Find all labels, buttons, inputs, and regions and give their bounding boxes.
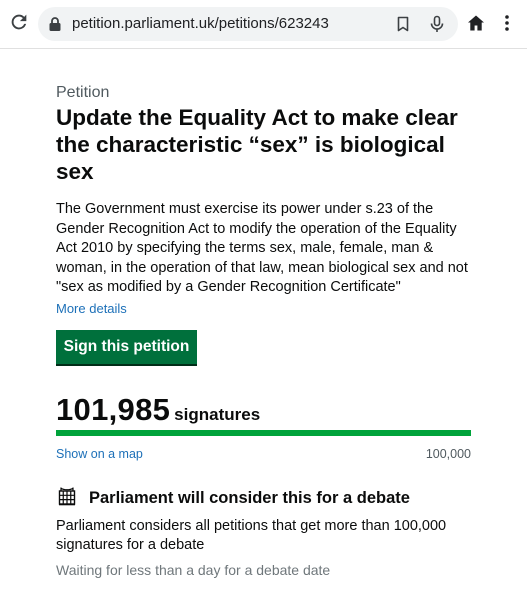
url-text[interactable]: petition.parliament.uk/petitions/623243: [72, 15, 329, 32]
signature-count-number: 101,985: [56, 392, 171, 427]
portcullis-icon: [58, 487, 76, 506]
signature-progress-bar: [56, 430, 471, 436]
petition-description: The Government must exercise its power u…: [56, 201, 468, 295]
debate-heading: Parliament will consider this for a deba…: [89, 489, 410, 507]
petition-title: Update the Equality Act to make clear th…: [56, 105, 458, 184]
browser-toolbar: petition.parliament.uk/petitions/623243: [0, 0, 527, 48]
debate-threshold: 100,000: [425, 447, 471, 461]
home-icon[interactable]: [466, 13, 486, 33]
bookmark-icon[interactable]: [393, 14, 413, 34]
toolbar-divider: [0, 48, 527, 49]
microphone-icon[interactable]: [427, 14, 447, 34]
more-details-link[interactable]: More details: [56, 301, 127, 316]
page-kicker: Petition: [56, 84, 110, 101]
signature-progress-fill: [56, 430, 471, 436]
show-on-map-link[interactable]: Show on a map: [56, 447, 143, 461]
reload-icon[interactable]: [8, 11, 30, 33]
signature-count-label: signatures: [174, 405, 261, 424]
sign-petition-button[interactable]: Sign this petition: [56, 330, 197, 364]
more-menu-icon[interactable]: [500, 13, 514, 33]
lock-icon[interactable]: [48, 16, 62, 32]
signature-count: 101,985 signatures: [56, 392, 260, 428]
address-bar[interactable]: petition.parliament.uk/petitions/623243: [38, 7, 458, 41]
debate-status: Waiting for less than a day for a debate…: [56, 562, 331, 578]
debate-description: Parliament considers all petitions that …: [56, 518, 447, 553]
